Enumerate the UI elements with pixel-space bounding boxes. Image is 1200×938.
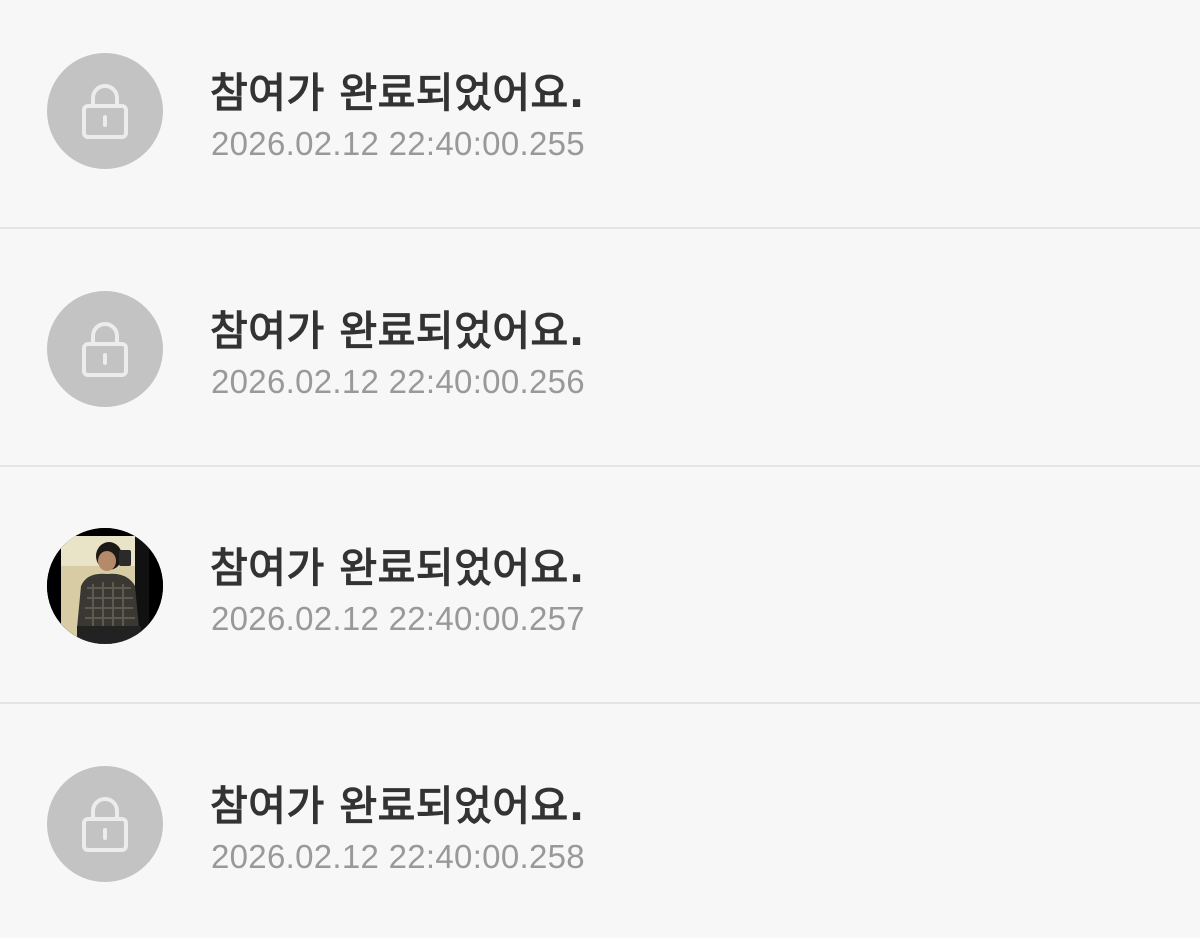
notification-timestamp: 2026.02.12 22:40:00.256 — [211, 363, 585, 400]
notification-message: 참여가 완료되었어요. — [210, 544, 585, 592]
avatar — [47, 766, 163, 882]
lock-icon — [82, 84, 128, 139]
avatar — [47, 53, 163, 169]
avatar — [47, 291, 163, 407]
lock-icon — [82, 322, 128, 377]
notification-timestamp: 2026.02.12 22:40:00.257 — [211, 600, 585, 637]
notification-timestamp: 2026.02.12 22:40:00.258 — [211, 838, 585, 875]
user-photo — [47, 528, 163, 644]
notification-list: 참여가 완료되었어요. 2026.02.12 22:40:00.255 참여가 … — [0, 0, 1200, 938]
notification-item[interactable]: 참여가 완료되었어요. 2026.02.12 22:40:00.258 — [0, 706, 1200, 938]
notification-timestamp: 2026.02.12 22:40:00.255 — [211, 125, 585, 162]
notification-message: 참여가 완료되었어요. — [210, 307, 585, 355]
notification-item[interactable]: 참여가 완료되었어요. 2026.02.12 22:40:00.255 — [0, 0, 1200, 229]
lock-icon — [82, 797, 128, 852]
avatar — [47, 528, 163, 644]
notification-item[interactable]: 참여가 완료되었어요. 2026.02.12 22:40:00.256 — [0, 231, 1200, 467]
notification-item[interactable]: 참여가 완료되었어요. 2026.02.12 22:40:00.257 — [0, 468, 1200, 704]
notification-message: 참여가 완료되었어요. — [210, 69, 585, 117]
notification-message: 참여가 완료되었어요. — [210, 782, 585, 830]
